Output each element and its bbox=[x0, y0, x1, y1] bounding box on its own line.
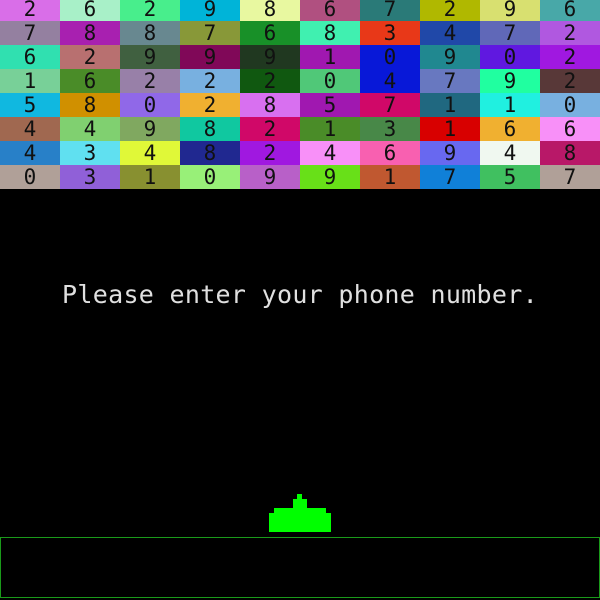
game-stage: 2629867296788768347262999109021622204792… bbox=[0, 0, 600, 600]
ship-tower bbox=[293, 499, 307, 509]
ship-icon[interactable] bbox=[0, 0, 600, 600]
ship-body bbox=[269, 513, 331, 532]
phone-input-area[interactable] bbox=[0, 537, 600, 598]
